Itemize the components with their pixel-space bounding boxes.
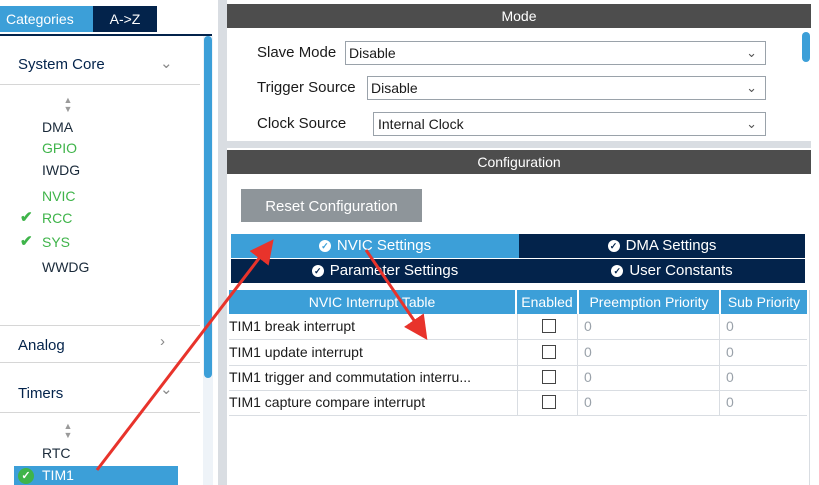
clock-source-value: Internal Clock [378,116,464,132]
reset-configuration-button[interactable]: Reset Configuration [241,189,422,222]
tab-a-to-z[interactable]: A->Z [93,6,157,32]
clock-source-label: Clock Source [257,115,347,132]
tab-parameter-label: Parameter Settings [329,262,459,279]
section-timers[interactable]: Timers [18,385,63,402]
clock-source-select[interactable]: Internal Clock ⌄ [373,112,766,136]
check-circle-icon: ✓ [18,468,34,484]
chevron-down-icon: ⌄ [746,80,757,95]
table-row[interactable]: TIM1 capture compare interrupt 0 0 [229,390,807,416]
trigger-source-label: Trigger Source [257,79,356,96]
sub-priority-value[interactable]: 0 [719,365,807,390]
section-divider [0,84,200,85]
section-divider [0,325,200,326]
periph-gpio[interactable]: GPIO [42,137,77,159]
periph-wwdg[interactable]: WWDG [42,256,89,278]
tab-user-label: User Constants [629,262,733,279]
sidebar-divider [0,34,212,36]
mode-header: Mode [227,4,811,28]
table-row[interactable]: TIM1 break interrupt 0 0 [229,314,807,340]
preemption-value[interactable]: 0 [577,365,719,390]
tab-nvic-settings[interactable]: ✓ NVIC Settings [231,234,519,258]
check-circle-icon: ✓ [607,240,620,253]
tab-user-constants[interactable]: ✓ User Constants [539,259,805,283]
tab-dma-label: DMA Settings [625,237,717,254]
col-header-interrupt[interactable]: NVIC Interrupt Table [229,290,515,314]
periph-tim1-label: TIM1 [42,467,74,483]
sidebar: Categories A->Z System Core ⌄ ▲ ▼ DMA GPI… [0,0,218,485]
chevron-right-icon[interactable]: › [160,333,165,350]
sub-priority-value[interactable]: 0 [719,314,807,339]
enabled-checkbox[interactable] [542,319,556,333]
periph-dma[interactable]: DMA [42,116,73,138]
slave-mode-select[interactable]: Disable ⌄ [345,41,766,65]
section-divider [0,362,200,363]
enabled-cell [517,314,578,339]
periph-iwdg[interactable]: IWDG [42,159,80,181]
sidebar-tabs: Categories A->Z [0,6,160,32]
slave-mode-label: Slave Mode [257,44,337,61]
trigger-source-value: Disable [371,80,418,96]
tab-categories[interactable]: Categories [0,6,93,32]
chevron-down-icon[interactable]: ⌄ [160,380,173,398]
check-circle-icon: ✓ [611,265,624,278]
chevron-down-icon[interactable]: ⌄ [160,54,173,72]
periph-tim1-selected[interactable]: ✓ TIM1 [14,466,178,485]
enabled-checkbox[interactable] [542,345,556,359]
interrupt-name: TIM1 update interrupt [229,344,363,360]
section-divider [0,412,200,413]
periph-sys[interactable]: SYS [42,231,70,253]
periph-rcc[interactable]: RCC [42,207,72,229]
interrupt-name: TIM1 break interrupt [229,318,356,334]
check-circle-icon: ✓ [318,240,331,253]
table-row[interactable]: TIM1 trigger and commutation interru... … [229,365,807,391]
interrupt-name: TIM1 capture compare interrupt [229,394,426,410]
slave-mode-value: Disable [349,45,396,61]
preemption-value[interactable]: 0 [577,390,719,415]
main-panel: Mode Slave Mode Disable ⌄ Trigger Source… [227,0,819,485]
periph-rtc[interactable]: RTC [42,442,71,464]
check-icon: ✔ [20,209,33,226]
enabled-checkbox[interactable] [542,395,556,409]
table-border [809,290,810,485]
check-circle-icon: ✓ [311,265,324,278]
chevron-down-icon: ⌄ [746,116,757,131]
col-header-enabled[interactable]: Enabled [517,290,577,314]
clock-source-row: Clock Source Internal Clock ⌄ [257,112,797,136]
sub-priority-value[interactable]: 0 [719,390,807,415]
col-header-preemption[interactable]: Preemption Priority [579,290,719,314]
configuration-header: Configuration [227,150,811,174]
table-row[interactable]: TIM1 update interrupt 0 0 [229,340,807,366]
tab-parameter-settings[interactable]: ✓ Parameter Settings [231,259,539,283]
chevron-down-icon: ⌄ [746,45,757,60]
trigger-source-row: Trigger Source Disable ⌄ [257,76,797,100]
preemption-value[interactable]: 0 [577,340,719,365]
enabled-cell [517,365,578,390]
sort-updown-icon[interactable]: ▲ ▼ [62,422,74,440]
section-analog[interactable]: Analog [18,337,65,354]
sidebar-scrollbar[interactable] [204,36,212,378]
check-icon: ✔ [20,233,33,250]
tab-nvic-label: NVIC Settings [336,237,432,254]
sub-priority-value[interactable]: 0 [719,340,807,365]
section-system-core[interactable]: System Core [18,56,105,73]
col-header-sub-priority[interactable]: Sub Priority [721,290,807,314]
slave-mode-row: Slave Mode Disable ⌄ [257,41,797,65]
enabled-cell [517,340,578,365]
tab-dma-settings[interactable]: ✓ DMA Settings [519,234,805,258]
interrupt-name: TIM1 trigger and commutation interru... [229,369,471,385]
enabled-checkbox[interactable] [542,370,556,384]
enabled-cell [517,390,578,415]
periph-nvic[interactable]: NVIC [42,185,75,207]
preemption-value[interactable]: 0 [577,314,719,339]
section-splitter[interactable] [227,141,811,148]
sort-updown-icon[interactable]: ▲ ▼ [62,96,74,114]
mode-scrollbar[interactable] [802,32,810,62]
panel-splitter[interactable] [218,0,227,485]
trigger-source-select[interactable]: Disable ⌄ [367,76,766,100]
